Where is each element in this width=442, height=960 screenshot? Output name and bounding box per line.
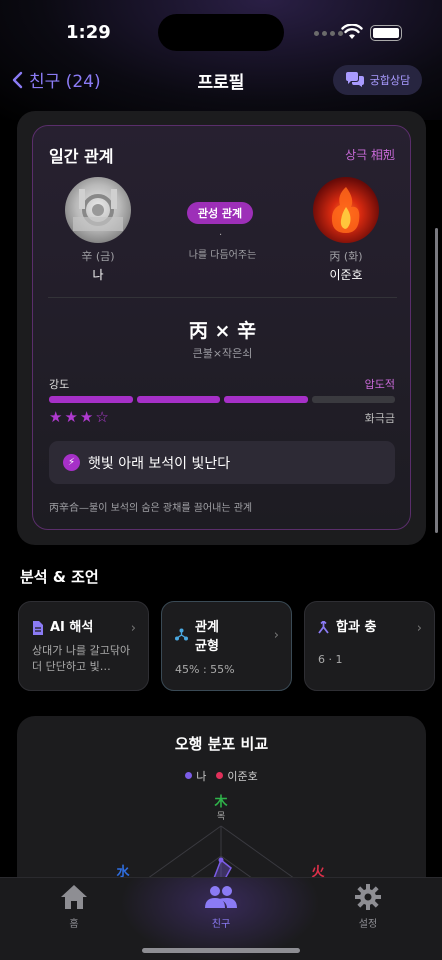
radar-point (218, 857, 224, 863)
compatibility-consult-button[interactable]: 궁합상담 (333, 65, 422, 95)
house-icon (61, 885, 87, 909)
battery-icon (370, 25, 402, 41)
strength-meter (49, 396, 395, 403)
relation-separator: · (219, 230, 223, 241)
tile-body: 6 · 1 (318, 653, 343, 666)
people-icon (205, 886, 237, 908)
relation-type-label: 상극 相剋 (345, 148, 395, 162)
gear-icon (355, 884, 381, 910)
navigation-bar: 친구 (24) 프로필 궁합상담 (0, 60, 442, 98)
metaphor-box: ⚡ 햇빛 아래 보석이 빛난다 (49, 441, 395, 484)
relation-title: 일간 관계 (49, 147, 114, 166)
status-bar: 1:29 (0, 0, 442, 60)
tile-title: 합과 충 (336, 620, 377, 635)
five-elements-radar: 木 목 水 火 (116, 794, 325, 886)
tab-friends[interactable]: 친구 (181, 883, 261, 930)
tile-body: 상대가 나를 갈고닦아 더 단단하고 빛… (32, 644, 131, 673)
my-name: 나 (92, 268, 104, 282)
relation-inner-card: 일간 관계 상극 相剋 辛 (금) 나 관성 관계 · 나를 다듬어주는 丙 (… (32, 125, 411, 530)
relation-badge: 관성 관계 (187, 202, 253, 224)
scrollbar[interactable] (435, 228, 438, 533)
document-icon (33, 621, 43, 635)
friend-element: 丙 (화) (329, 250, 363, 263)
my-avatar (65, 177, 131, 243)
strength-segment (311, 396, 395, 403)
relation-balance-tile[interactable]: 관계 균형 › 45% : 55% (161, 601, 292, 691)
legend-dot (185, 772, 193, 779)
tile-title: 관계 균형 (195, 620, 219, 654)
five-elements-title: 오행 분포 비교 (174, 735, 269, 753)
strength-segment (224, 396, 308, 403)
tab-home[interactable]: 홈 (34, 883, 114, 930)
lightning-icon: ⚡ (63, 454, 80, 471)
tab-settings[interactable]: 설정 (328, 883, 408, 930)
chevron-right-icon: › (130, 621, 136, 636)
cellular-signal-icon (314, 31, 343, 36)
analysis-tiles: AI 해석 › 상대가 나를 갈고닦아 더 단단하고 빛… 관계 균형 › 45… (18, 601, 442, 693)
wood-label: 木 (213, 794, 228, 810)
divider (48, 297, 397, 298)
home-indicator (142, 948, 300, 953)
relation-footnote: 丙辛合—불이 보석의 숨은 광채를 끌어내는 관계 (49, 503, 253, 514)
harmony-clash-tile[interactable]: 합과 충 › 6 · 1 (304, 601, 435, 691)
tile-body: 45% : 55% (175, 663, 235, 676)
dynamic-island (158, 14, 284, 51)
fire-image (331, 187, 360, 233)
friend-avatar (313, 177, 379, 243)
metal-gear-image (73, 189, 123, 231)
strength-segment (49, 396, 133, 403)
tab-label: 홈 (69, 919, 79, 930)
strength-label: 강도 (49, 378, 70, 391)
legend-dot (216, 772, 224, 779)
status-time: 1:29 (66, 22, 111, 43)
strength-value: 압도적 (364, 378, 395, 391)
analysis-section-title: 분석 & 조언 (20, 568, 99, 586)
stem-combination-meaning: 큰불×작은쇠 (192, 347, 253, 360)
strength-segment (136, 396, 220, 403)
strength-stars: ★★★☆ (49, 408, 111, 426)
tab-bar: 홈 친구 설정 (0, 877, 442, 960)
legend-item-me: 나 (185, 768, 206, 784)
element-interaction: 화극금 (364, 412, 395, 425)
tab-label: 설정 (358, 919, 378, 930)
chart-legend: 나 이준호 (17, 768, 426, 784)
metaphor-text: 햇빛 아래 보석이 빛난다 (88, 455, 231, 472)
legend-item-friend: 이준호 (216, 768, 258, 784)
wood-sublabel: 목 (217, 811, 225, 822)
tile-title: AI 해석 (50, 620, 94, 635)
tab-label: 친구 (211, 919, 231, 930)
consult-label: 궁합상담 (369, 74, 411, 87)
chevron-right-icon: › (416, 621, 422, 636)
share-nodes-icon (175, 628, 188, 641)
stem-combination: 丙 × 辛 (188, 320, 257, 342)
merge-icon (318, 621, 329, 634)
chevron-right-icon: › (273, 628, 279, 643)
chat-bubbles-icon (345, 72, 364, 87)
wifi-icon (341, 24, 363, 39)
friend-name: 이준호 (329, 268, 363, 282)
relation-card: 일간 관계 상극 相剋 辛 (금) 나 관성 관계 · 나를 다듬어주는 丙 (… (17, 111, 426, 545)
ai-interpretation-tile[interactable]: AI 해석 › 상대가 나를 갈고닦아 더 단단하고 빛… (18, 601, 149, 691)
